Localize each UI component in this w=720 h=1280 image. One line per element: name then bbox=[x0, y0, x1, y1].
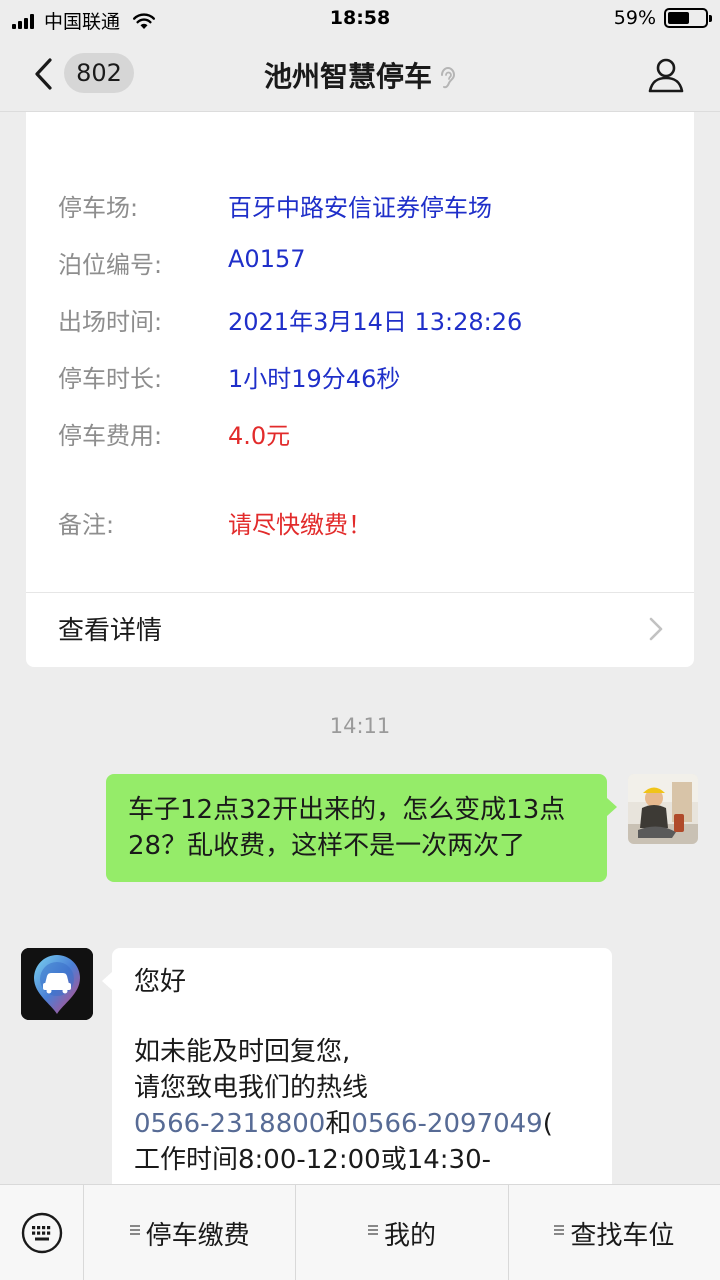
duration-value: 1小时19分46秒 bbox=[228, 365, 401, 393]
hotline-conj: 和 bbox=[325, 1109, 352, 1139]
profile-icon[interactable] bbox=[646, 54, 686, 94]
user-avatar-image bbox=[628, 774, 698, 844]
parking-bill-card[interactable]: 停车场: 百牙中路安信证券停车场 泊位编号: A0157 出场时间: 2021年… bbox=[26, 112, 694, 667]
fee-label: 停车费用: bbox=[58, 422, 163, 450]
nav-bar: 802 池州智慧停车 bbox=[0, 36, 720, 112]
bot-reply-bubble[interactable]: 您好 如未能及时回复您, 请您致电我们的热线 0566-2318800和0566… bbox=[102, 948, 612, 1184]
menu-item-label: 我的 bbox=[383, 1220, 436, 1251]
bot-line-4: 工作时间8:00-12:00或14:30- bbox=[134, 1145, 492, 1175]
bot-greeting: 您好 bbox=[134, 967, 187, 997]
menu-list-icon bbox=[367, 1225, 378, 1237]
user-message-bubble[interactable]: 车子12点32开出来的，怎么变成13点28？乱收费，这样不是一次两次了 bbox=[106, 774, 617, 882]
lot-label: 停车场: bbox=[58, 194, 139, 222]
exit-time-label: 出场时间: bbox=[58, 308, 163, 336]
hotline-paren: ( bbox=[542, 1109, 553, 1139]
bot-line-2: 请您致电我们的热线 bbox=[134, 1073, 369, 1103]
lot-value: 百牙中路安信证券停车场 bbox=[228, 194, 492, 222]
message-timestamp: 14:11 bbox=[329, 714, 391, 738]
menu-item-mine[interactable]: 我的 bbox=[296, 1185, 509, 1280]
remark-value: 请尽快缴费！ bbox=[228, 511, 372, 539]
menu-item-label: 查找车位 bbox=[570, 1220, 675, 1251]
status-right: 59% bbox=[613, 7, 712, 29]
hotline-phone-2[interactable]: 0566-2097049 bbox=[351, 1109, 542, 1139]
parking-pin-logo bbox=[21, 948, 93, 1020]
keyboard-icon bbox=[21, 1212, 63, 1254]
bottom-menu: 停车缴费 我的 查找车位 bbox=[0, 1184, 720, 1280]
menu-item-pay-parking[interactable]: 停车缴费 bbox=[84, 1185, 297, 1280]
menu-item-find-spot[interactable]: 查找车位 bbox=[509, 1185, 720, 1280]
ear-icon bbox=[441, 67, 456, 89]
chat-title-text: 池州智慧停车 bbox=[263, 60, 432, 93]
exit-time-value: 2021年3月14日 13:28:26 bbox=[228, 308, 523, 336]
berth-label: 泊位编号: bbox=[58, 251, 163, 279]
berth-value: A0157 bbox=[228, 245, 306, 273]
chevron-right-icon bbox=[649, 617, 663, 641]
user-avatar[interactable] bbox=[628, 774, 698, 844]
chat-title: 池州智慧停车 bbox=[0, 55, 720, 95]
battery-level bbox=[668, 12, 690, 24]
official-account-avatar[interactable] bbox=[21, 948, 93, 1020]
menu-list-icon bbox=[129, 1225, 140, 1237]
remark-label: 备注: bbox=[58, 511, 115, 539]
status-bar: 中国联通 18:58 59% bbox=[0, 0, 720, 36]
bot-hotline-line: 0566-2318800和0566-2097049( bbox=[134, 1106, 590, 1142]
view-details-link[interactable]: 查看详情 bbox=[58, 610, 162, 647]
chat-area[interactable]: 停车场: 百牙中路安信证券停车场 泊位编号: A0157 出场时间: 2021年… bbox=[0, 112, 720, 1184]
menu-item-label: 停车缴费 bbox=[145, 1220, 250, 1251]
hotline-phone-1[interactable]: 0566-2318800 bbox=[134, 1109, 325, 1139]
battery-icon bbox=[664, 8, 712, 28]
status-time: 18:58 bbox=[329, 7, 391, 29]
battery-percent: 59% bbox=[613, 7, 656, 29]
keyboard-toggle-button[interactable] bbox=[0, 1185, 84, 1280]
duration-label: 停车时长: bbox=[58, 365, 163, 393]
card-divider bbox=[26, 592, 694, 593]
fee-value: 4.0元 bbox=[228, 422, 291, 450]
menu-list-icon bbox=[554, 1225, 565, 1237]
bot-line-1: 如未能及时回复您, bbox=[134, 1037, 351, 1067]
